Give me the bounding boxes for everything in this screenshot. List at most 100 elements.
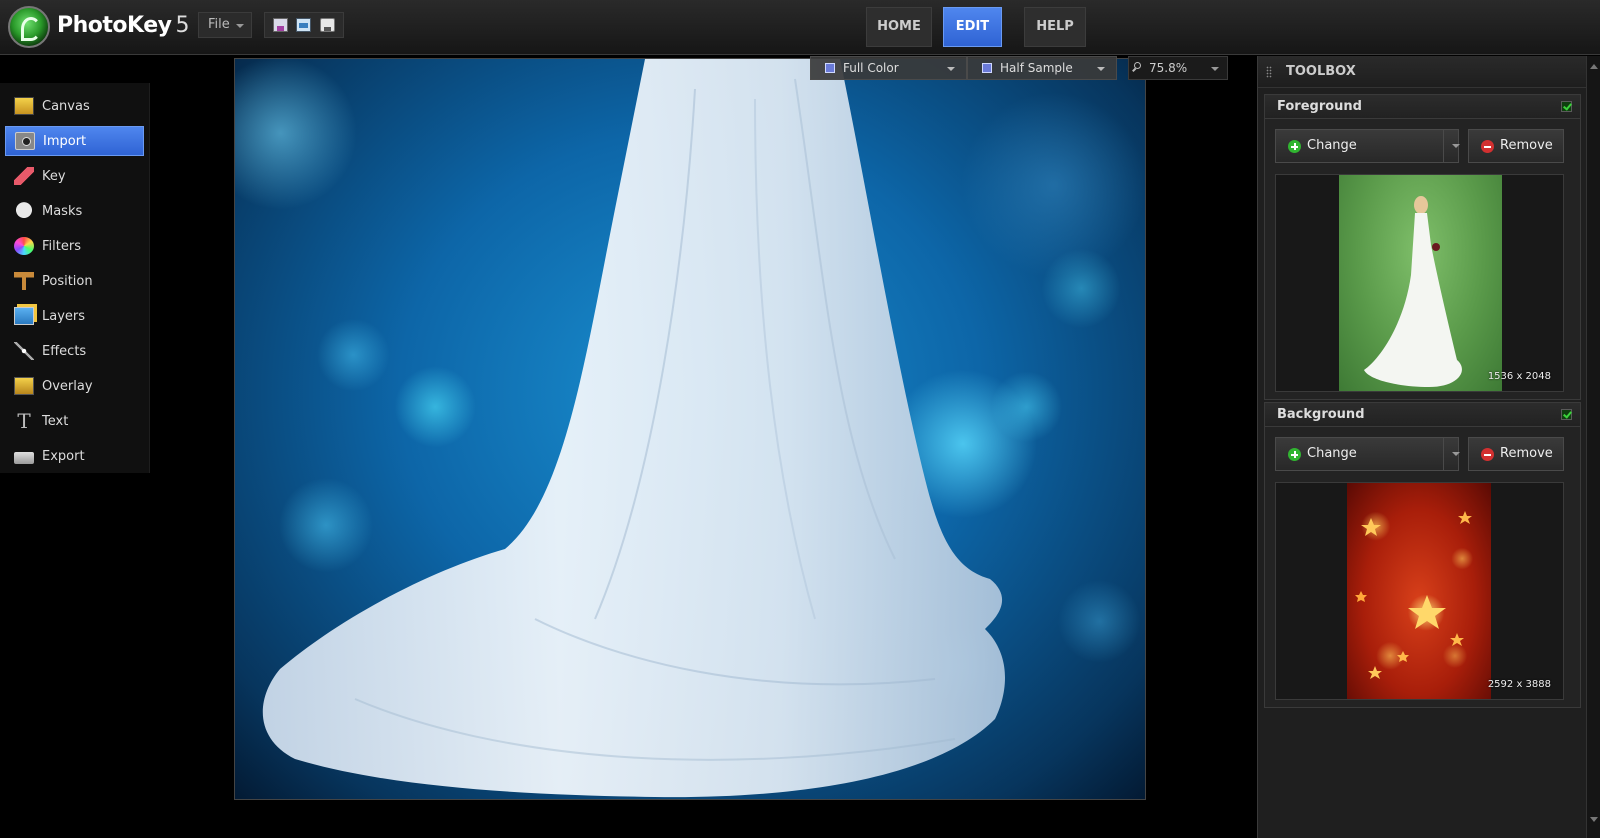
chevron-down-icon[interactable]	[1443, 438, 1467, 470]
file-menu-label: File	[208, 17, 230, 32]
app-version: 5	[175, 13, 189, 38]
add-icon	[1288, 448, 1301, 461]
change-label: Change	[1307, 446, 1357, 461]
foreground-visible-checkbox[interactable]	[1561, 101, 1572, 112]
zoom-value: 75.8%	[1149, 61, 1188, 75]
view-controls: Full Color Half Sample	[810, 56, 1117, 80]
app-logo-icon	[8, 6, 50, 48]
sidebar-item-label: Canvas	[42, 98, 90, 114]
chevron-down-icon	[236, 24, 244, 28]
remove-label: Remove	[1500, 446, 1553, 461]
foreground-remove-button[interactable]: Remove	[1468, 129, 1564, 163]
add-icon	[1288, 140, 1301, 153]
quick-toolbar	[264, 12, 344, 38]
color-mode-select[interactable]: Full Color	[810, 56, 967, 80]
color-mode-icon	[825, 63, 835, 73]
chevron-down-icon	[1097, 67, 1105, 71]
foreground-dimensions: 1536 x 2048	[1487, 371, 1551, 382]
composite-image[interactable]	[234, 58, 1146, 800]
zoom-icon	[1134, 62, 1141, 69]
background-panel: Background Change Remove 2592 x 3888	[1264, 402, 1581, 708]
background-title: Background	[1277, 407, 1365, 422]
star-pattern	[1355, 511, 1472, 679]
open-icon[interactable]	[296, 18, 312, 32]
sidebar-item-label: Key	[42, 168, 66, 184]
sample-mode-icon	[982, 63, 992, 73]
background-change-button[interactable]: Change	[1275, 437, 1460, 471]
canvas-icon	[14, 97, 34, 115]
sidebar-item-effects[interactable]: Effects	[5, 336, 144, 366]
chevron-down-icon	[1211, 67, 1219, 71]
text-icon: T	[17, 409, 31, 433]
print-icon[interactable]	[319, 18, 335, 32]
sidebar: Canvas Import Key Masks Filters Position…	[0, 83, 150, 473]
background-dimensions: 2592 x 3888	[1487, 679, 1551, 690]
sidebar-item-import[interactable]: Import	[5, 126, 144, 156]
foreground-preview-image	[1339, 175, 1502, 391]
background-header: Background	[1265, 403, 1580, 427]
export-icon	[14, 452, 34, 464]
sidebar-item-label: Import	[43, 133, 87, 149]
magic-wand-icon	[14, 342, 34, 360]
change-label: Change	[1307, 138, 1357, 153]
background-visible-checkbox[interactable]	[1561, 409, 1572, 420]
background-remove-button[interactable]: Remove	[1468, 437, 1564, 471]
tab-edit[interactable]: EDIT	[943, 7, 1002, 47]
chevron-down-icon[interactable]	[1443, 130, 1467, 162]
camera-icon	[15, 132, 35, 150]
mask-icon	[14, 202, 34, 220]
sample-mode-select[interactable]: Half Sample	[967, 56, 1117, 80]
sidebar-item-canvas[interactable]: Canvas	[5, 91, 144, 121]
overlay-icon	[14, 377, 34, 395]
bride-figure	[1364, 196, 1462, 387]
sidebar-item-position[interactable]: Position	[5, 266, 144, 296]
tab-help[interactable]: HELP	[1024, 7, 1086, 47]
file-menu[interactable]: File	[198, 12, 252, 38]
sidebar-item-label: Layers	[42, 308, 86, 324]
crop-icon	[14, 272, 34, 290]
layers-icon	[14, 307, 34, 325]
toolbox-header: TOOLBOX	[1258, 56, 1586, 88]
app-name: PhotoKey	[57, 13, 172, 38]
scroll-down-icon[interactable]	[1590, 817, 1598, 822]
color-mode-value: Full Color	[843, 61, 899, 75]
sidebar-item-filters[interactable]: Filters	[5, 231, 144, 261]
sidebar-item-layers[interactable]: Layers	[5, 301, 144, 331]
save-icon[interactable]	[273, 18, 289, 32]
sidebar-item-label: Masks	[42, 203, 83, 219]
sidebar-item-export[interactable]: Export	[5, 441, 144, 471]
sidebar-item-overlay[interactable]: Overlay	[5, 371, 144, 401]
foreground-header: Foreground	[1265, 95, 1580, 119]
canvas-area	[150, 56, 1254, 838]
remove-icon	[1481, 140, 1494, 153]
toolbox-panel: TOOLBOX Foreground Change Remove 1536 x …	[1257, 56, 1586, 838]
sidebar-item-label: Position	[42, 273, 93, 289]
eraser-icon	[14, 167, 34, 185]
sidebar-item-label: Effects	[42, 343, 87, 359]
remove-icon	[1481, 448, 1494, 461]
sidebar-item-label: Overlay	[42, 378, 93, 394]
sidebar-item-label: Filters	[42, 238, 81, 254]
background-thumbnail[interactable]: 2592 x 3888	[1275, 482, 1564, 700]
scroll-up-icon[interactable]	[1590, 64, 1598, 69]
sidebar-item-label: Text	[42, 413, 69, 429]
sidebar-item-label: Export	[42, 448, 85, 464]
sidebar-item-masks[interactable]: Masks	[5, 196, 144, 226]
remove-label: Remove	[1500, 138, 1553, 153]
drag-handle-icon[interactable]	[1266, 65, 1272, 78]
sample-mode-value: Half Sample	[1000, 61, 1073, 75]
foreground-thumbnail[interactable]: 1536 x 2048	[1275, 174, 1564, 392]
sidebar-item-text[interactable]: T Text	[5, 406, 144, 436]
top-bar: PhotoKey 5 File HOME EDIT HELP	[0, 0, 1600, 55]
foreground-change-button[interactable]: Change	[1275, 129, 1460, 163]
sidebar-item-key[interactable]: Key	[5, 161, 144, 191]
foreground-title: Foreground	[1277, 99, 1362, 114]
background-preview-image	[1347, 483, 1491, 699]
toolbox-scrollbar[interactable]	[1586, 56, 1600, 838]
dress-image	[262, 59, 1005, 798]
zoom-select[interactable]: 75.8%	[1128, 56, 1228, 80]
color-wheel-icon	[14, 237, 34, 255]
tab-home[interactable]: HOME	[866, 7, 932, 47]
chevron-down-icon	[947, 67, 955, 71]
toolbox-title: TOOLBOX	[1286, 64, 1356, 79]
